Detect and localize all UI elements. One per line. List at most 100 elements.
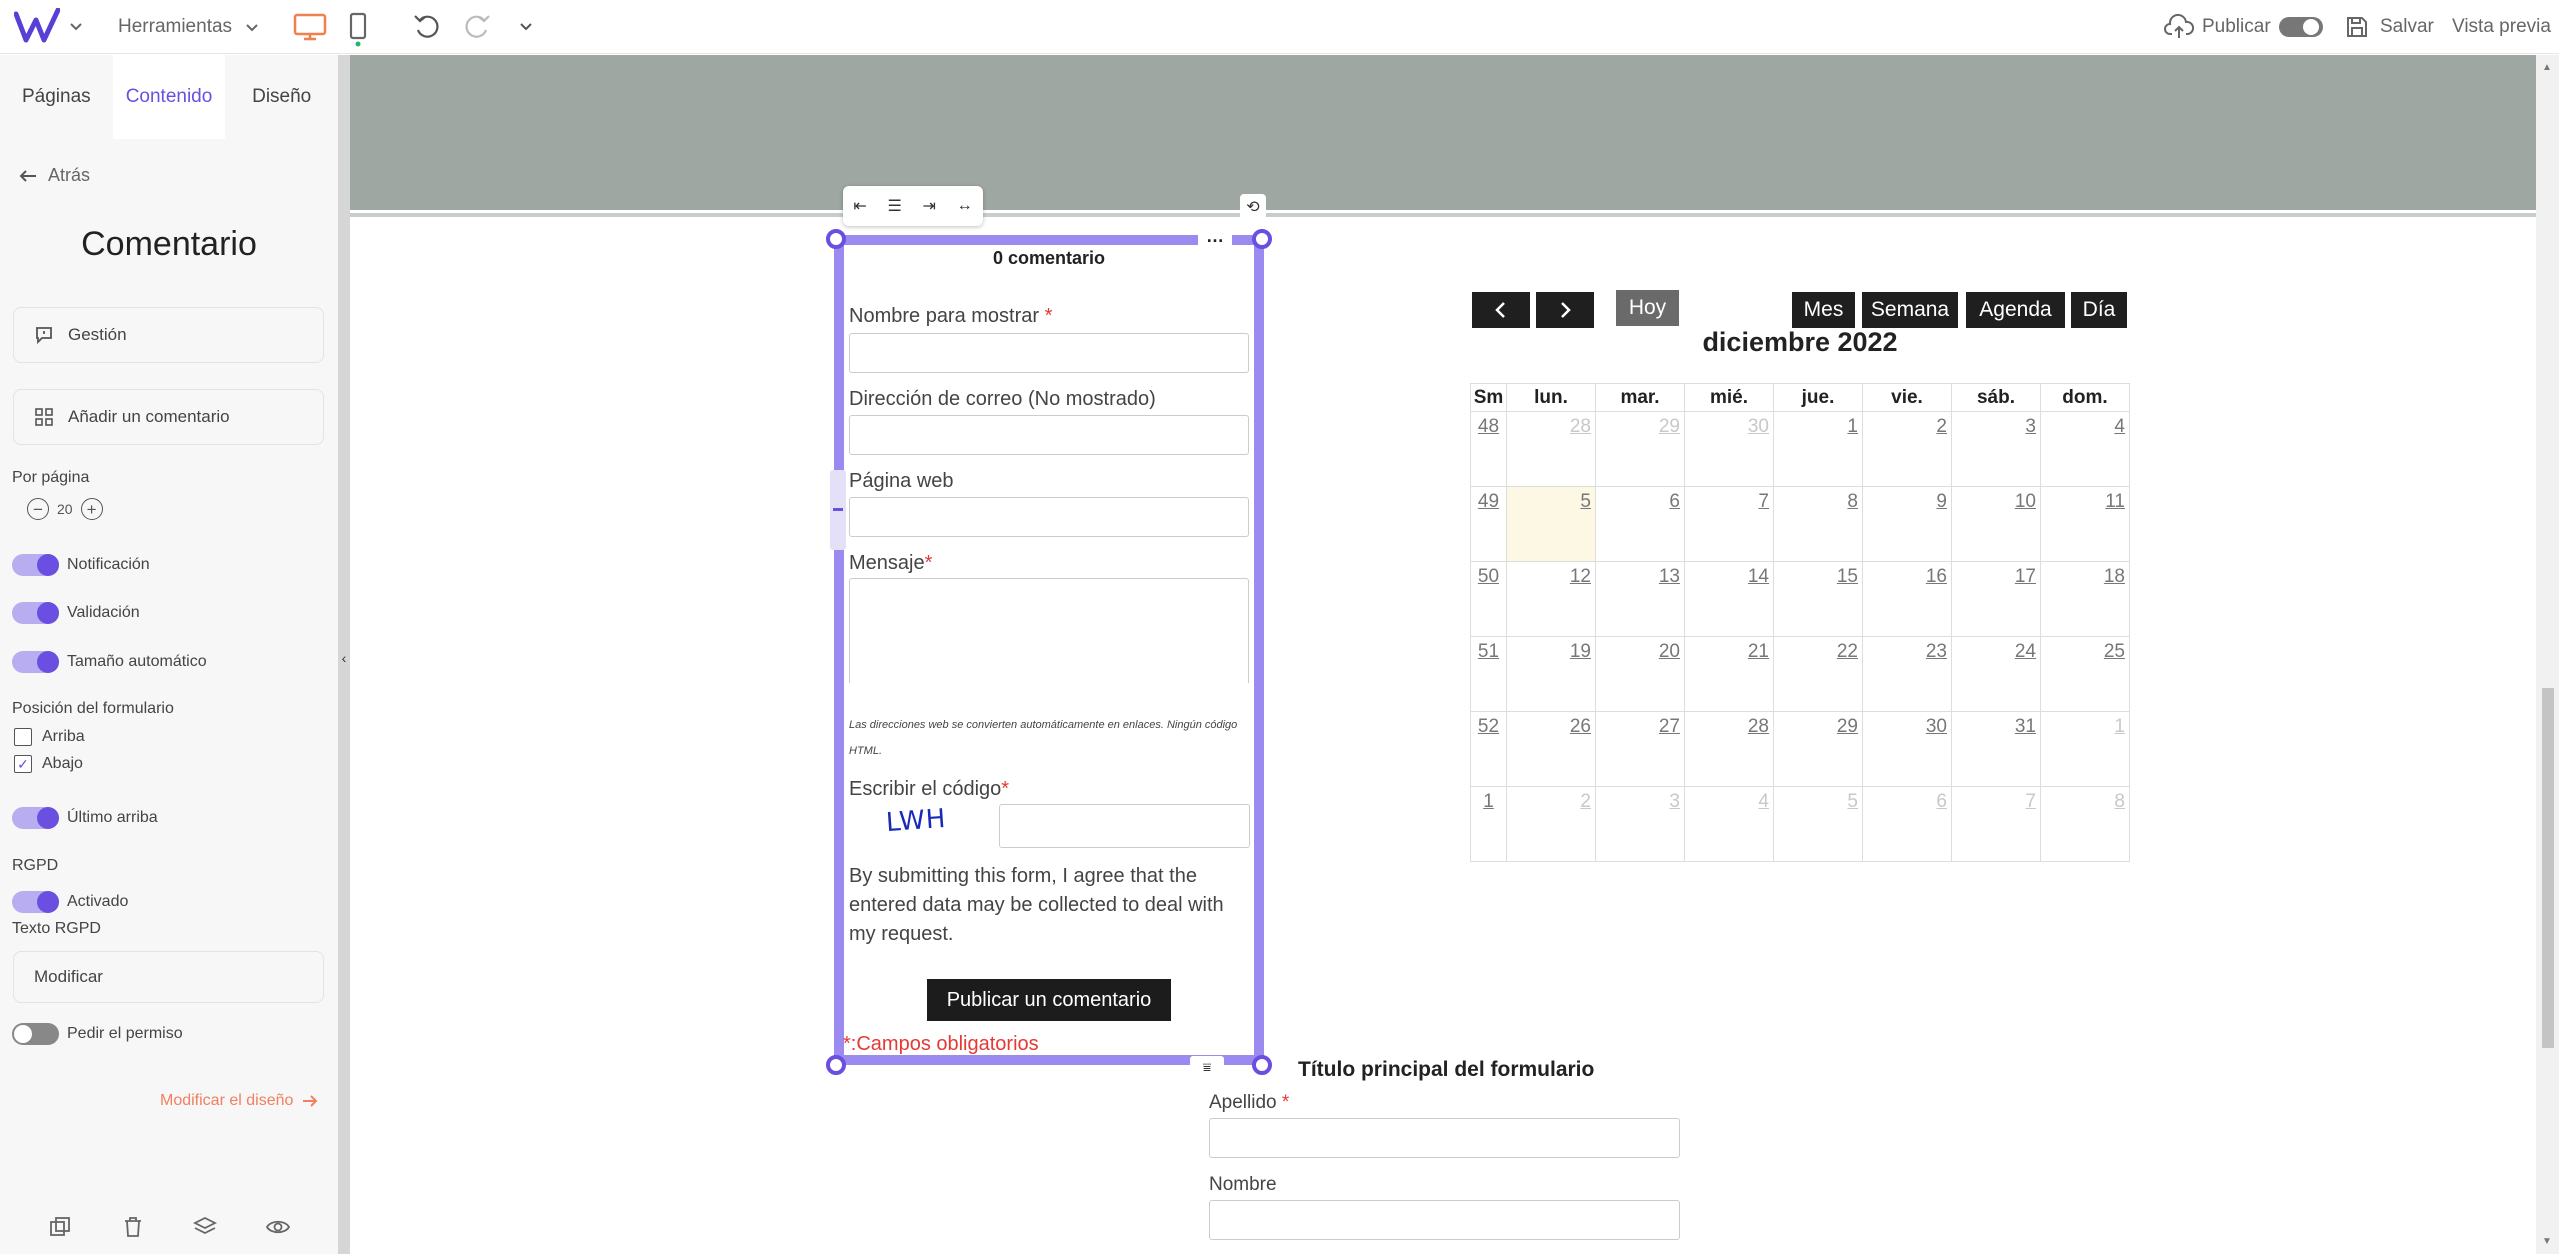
- logo-icon[interactable]: [14, 8, 60, 46]
- ask-permission-toggle[interactable]: [12, 1023, 59, 1045]
- calendar-day-cell[interactable]: 6: [1595, 486, 1685, 562]
- tab-content[interactable]: Contenido: [112, 55, 226, 139]
- week-number[interactable]: 48: [1470, 411, 1507, 487]
- calendar-day-cell[interactable]: 11: [2040, 486, 2130, 562]
- tools-menu[interactable]: Herramientas: [118, 14, 260, 40]
- calendar-day-cell[interactable]: 12: [1506, 561, 1596, 637]
- calendar-day-cell[interactable]: 4: [1684, 786, 1774, 862]
- tab-design[interactable]: Diseño: [225, 55, 339, 139]
- resize-handle-bottom-right[interactable]: [1252, 1055, 1272, 1075]
- trash-icon[interactable]: [119, 1213, 147, 1241]
- calendar-day-cell[interactable]: 30: [1862, 711, 1952, 787]
- calendar-day-cell[interactable]: 26: [1506, 711, 1596, 787]
- more-options-icon[interactable]: …: [1198, 227, 1232, 249]
- back-link[interactable]: Atrás: [18, 165, 90, 186]
- calendar-day-cell[interactable]: 19: [1506, 636, 1596, 712]
- display-name-input[interactable]: [849, 333, 1249, 373]
- add-comment-button[interactable]: Añadir un comentario: [13, 389, 324, 445]
- layers-icon[interactable]: [191, 1213, 219, 1241]
- resize-handle-top-left[interactable]: [826, 229, 846, 249]
- calendar-day-cell[interactable]: 1: [1773, 411, 1863, 487]
- auto-size-toggle[interactable]: [12, 651, 59, 673]
- calendar-day-cell[interactable]: 7: [1951, 786, 2041, 862]
- calendar-day-cell[interactable]: 2: [1506, 786, 1596, 862]
- mobile-view-icon[interactable]: [346, 12, 370, 48]
- plus-icon[interactable]: +: [80, 498, 103, 520]
- calendar-day-cell[interactable]: 7: [1684, 486, 1774, 562]
- duplicate-icon[interactable]: [46, 1213, 74, 1241]
- tab-pages[interactable]: Páginas: [0, 55, 113, 139]
- desktop-view-icon[interactable]: [292, 12, 328, 42]
- post-comment-button[interactable]: Publicar un comentario: [927, 979, 1171, 1021]
- calendar-day-cell[interactable]: 28: [1684, 711, 1774, 787]
- canvas-scrollbar[interactable]: [2536, 55, 2559, 1254]
- collapse-sidebar-icon[interactable]: ‹: [338, 648, 350, 668]
- calendar-today-button[interactable]: Hoy: [1616, 290, 1679, 326]
- modify-design-link[interactable]: Modificar el diseño: [160, 1092, 319, 1110]
- calendar-day-cell[interactable]: 20: [1595, 636, 1685, 712]
- align-center-icon[interactable]: ☰: [887, 196, 901, 216]
- calendar-day-cell[interactable]: 30: [1684, 411, 1774, 487]
- message-textarea[interactable]: [849, 578, 1249, 683]
- rotate-icon[interactable]: ⟲: [1240, 194, 1266, 220]
- save-button[interactable]: Salvar: [2344, 12, 2434, 42]
- email-input[interactable]: [849, 415, 1249, 455]
- calendar-day-cell[interactable]: 13: [1595, 561, 1685, 637]
- minus-icon[interactable]: −: [27, 498, 49, 520]
- calendar-day-cell[interactable]: 16: [1862, 561, 1952, 637]
- calendar-view-agenda[interactable]: Agenda: [1966, 292, 2065, 328]
- calendar-day-cell[interactable]: 3: [1951, 411, 2041, 487]
- calendar-day-cell[interactable]: 23: [1862, 636, 1952, 712]
- position-top-option[interactable]: Arriba: [14, 728, 85, 746]
- publish-toggle[interactable]: [2278, 17, 2323, 37]
- calendar-day-cell[interactable]: 22: [1773, 636, 1863, 712]
- calendar-next-button[interactable]: [1536, 292, 1594, 328]
- calendar-day-cell[interactable]: 15: [1773, 561, 1863, 637]
- calendar-day-cell[interactable]: 29: [1773, 711, 1863, 787]
- validation-toggle[interactable]: [12, 602, 59, 624]
- calendar-view-day[interactable]: Día: [2071, 292, 2127, 328]
- undo-icon[interactable]: [412, 12, 446, 42]
- align-left-icon[interactable]: ⇤: [853, 196, 866, 216]
- resize-handle-bottom-left[interactable]: [826, 1055, 846, 1075]
- calendar-day-cell[interactable]: 8: [2040, 786, 2130, 862]
- notification-toggle[interactable]: [12, 554, 59, 576]
- manage-button[interactable]: Gestión: [13, 307, 324, 363]
- calendar-day-cell[interactable]: 4: [2040, 411, 2130, 487]
- position-bottom-checkbox[interactable]: ✓: [14, 755, 32, 773]
- more-chevron-icon[interactable]: [518, 16, 538, 36]
- calendar-day-cell[interactable]: 14: [1684, 561, 1774, 637]
- week-number[interactable]: 52: [1470, 711, 1507, 787]
- calendar-prev-button[interactable]: [1472, 292, 1530, 328]
- filter-icon[interactable]: ⩸: [1190, 1056, 1224, 1078]
- calendar-day-cell[interactable]: 6: [1862, 786, 1952, 862]
- calendar-view-week[interactable]: Semana: [1862, 292, 1958, 328]
- scroll-down-icon[interactable]: ▼: [2542, 1236, 2552, 1247]
- last-on-top-toggle[interactable]: [12, 807, 59, 829]
- calendar-day-cell[interactable]: 29: [1595, 411, 1685, 487]
- week-number[interactable]: 49: [1470, 486, 1507, 562]
- preview-button[interactable]: Vista previa: [2452, 12, 2551, 42]
- calendar-day-cell[interactable]: 18: [2040, 561, 2130, 637]
- resize-handle-top-right[interactable]: [1252, 229, 1272, 249]
- week-number[interactable]: 51: [1470, 636, 1507, 712]
- align-right-icon[interactable]: ⇥: [923, 196, 936, 216]
- calendar-day-cell[interactable]: 3: [1595, 786, 1685, 862]
- calendar-day-cell[interactable]: 24: [1951, 636, 2041, 712]
- name-input[interactable]: [1209, 1200, 1680, 1240]
- logo-menu-chevron-icon[interactable]: [68, 16, 88, 36]
- gdpr-enabled-toggle[interactable]: [12, 891, 59, 913]
- calendar-day-cell[interactable]: 25: [2040, 636, 2130, 712]
- eye-icon[interactable]: [264, 1213, 292, 1241]
- calendar-day-cell[interactable]: 5: [1506, 486, 1596, 562]
- calendar-day-cell[interactable]: 21: [1684, 636, 1774, 712]
- calendar-day-cell[interactable]: 28: [1506, 411, 1596, 487]
- surname-input[interactable]: [1209, 1118, 1680, 1158]
- calendar-day-cell[interactable]: 5: [1773, 786, 1863, 862]
- calendar-day-cell[interactable]: 8: [1773, 486, 1863, 562]
- resize-grip[interactable]: [830, 470, 846, 550]
- calendar-view-month[interactable]: Mes: [1792, 292, 1855, 328]
- week-number[interactable]: 50: [1470, 561, 1507, 637]
- per-page-value[interactable]: 20: [57, 501, 73, 517]
- scroll-up-icon[interactable]: ▲: [2542, 62, 2552, 73]
